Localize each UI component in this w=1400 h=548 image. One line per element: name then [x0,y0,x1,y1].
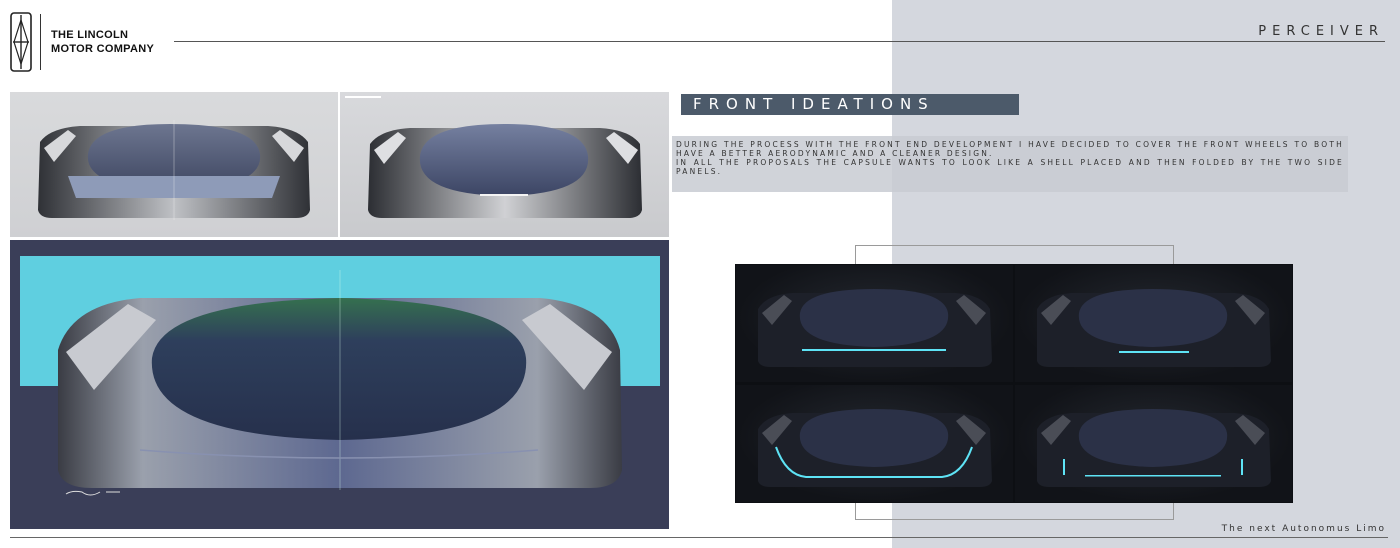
sketch-panel-front-1 [10,92,338,237]
brand-line-2: MOTOR COMPANY [51,43,155,55]
sketch-panel-main [10,240,669,529]
section-title: FRONT IDEATIONS [675,94,1019,115]
logo-divider [40,14,41,70]
description-paragraph-2: IN ALL THE PROPOSALS THE CAPSULE WANTS T… [676,158,1344,176]
lincoln-star-icon [10,12,32,72]
section-description: DURING THE PROCESS WITH THE FRONT END DE… [672,136,1348,192]
variant-1 [736,265,1013,382]
tagline: The next Autonomus Limo [1221,524,1386,534]
description-paragraph-1: DURING THE PROCESS WITH THE FRONT END DE… [676,140,1344,158]
variant-2 [1015,265,1292,382]
header-rule [174,41,1385,42]
variant-3 [736,385,1013,502]
sketch-panel-front-2 [340,92,669,237]
grid-frame-bottom [855,502,1174,520]
project-name: PERCEIVER [1258,24,1384,39]
brand-name: THE LINCOLN MOTOR COMPANY [51,28,154,56]
front-variants-grid [735,264,1293,503]
variant-4 [1015,385,1292,502]
footer-rule [10,537,1388,538]
grid-frame-top [855,245,1174,265]
brand-line-1: THE LINCOLN [51,29,129,41]
